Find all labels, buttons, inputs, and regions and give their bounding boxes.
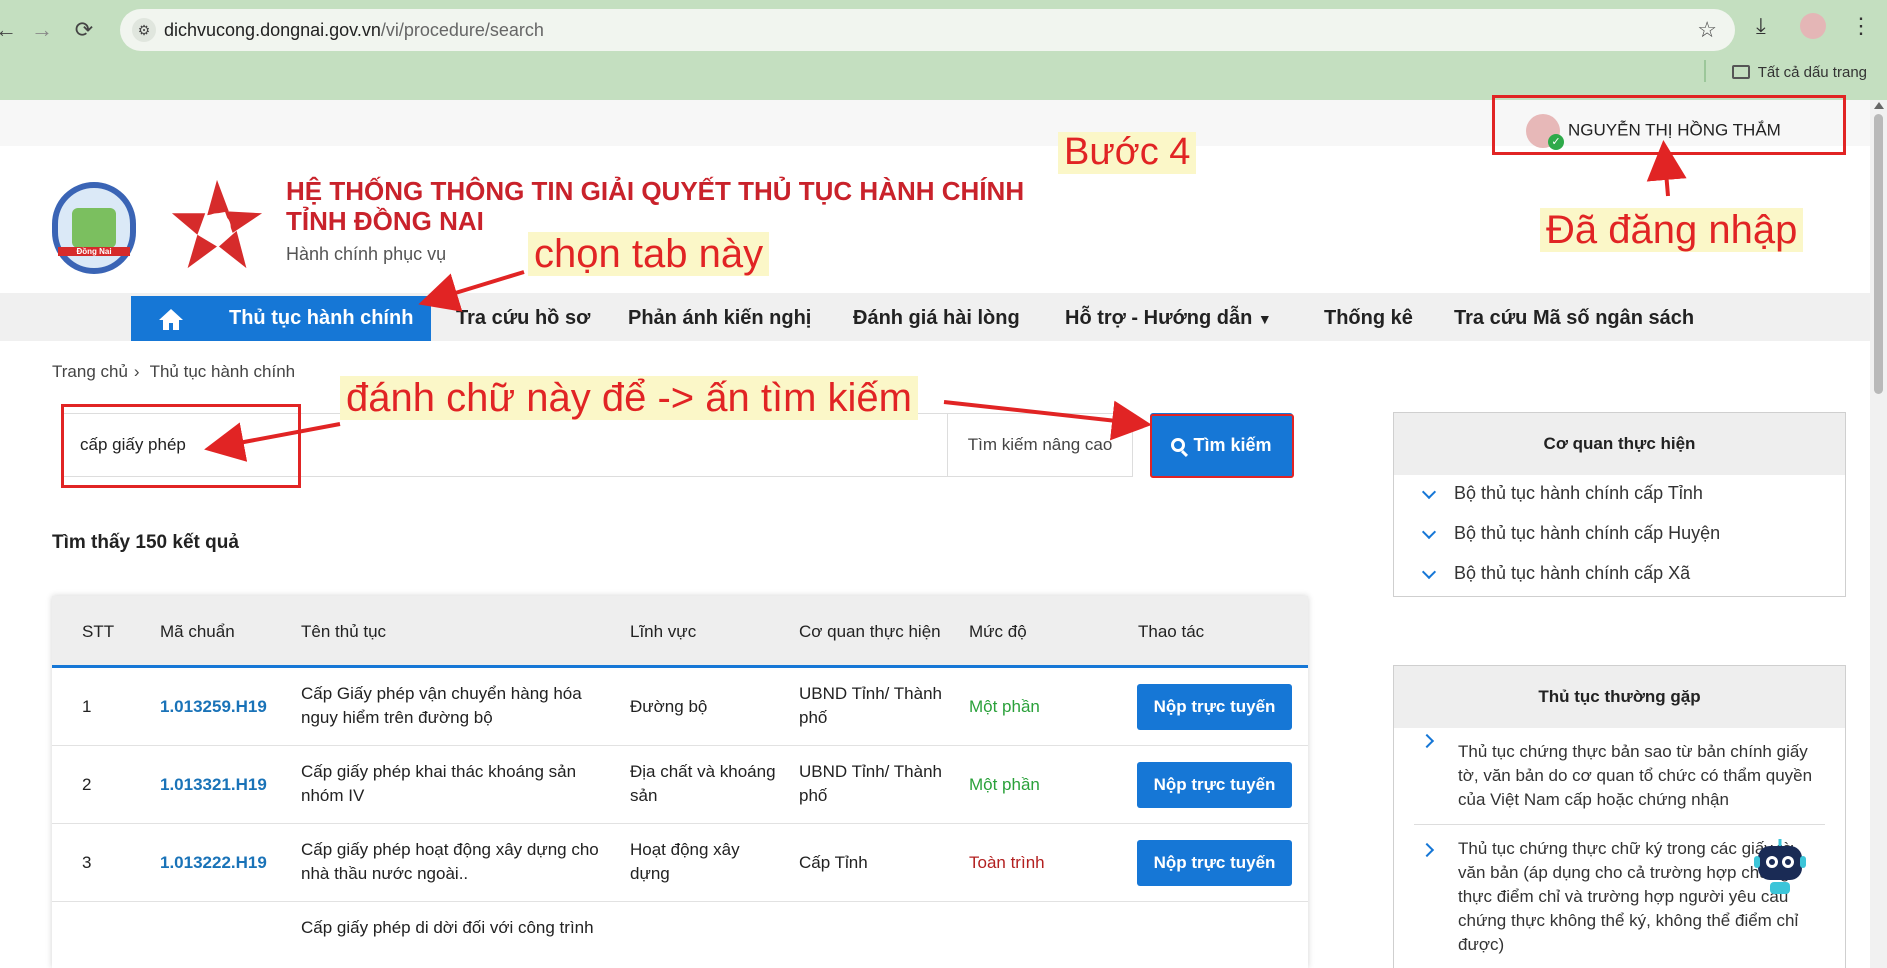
col-ten-thu-tuc: Tên thủ tục bbox=[301, 622, 387, 641]
apply-online-button[interactable]: Nộp trực tuyến bbox=[1137, 684, 1292, 730]
row-stt: 3 bbox=[82, 853, 92, 872]
row-level: Một phần bbox=[969, 697, 1040, 716]
site-info-icon[interactable]: ⚙ bbox=[132, 18, 156, 42]
chevron-right-icon bbox=[1419, 733, 1435, 749]
scroll-up-icon[interactable] bbox=[1874, 102, 1884, 109]
col-co-quan: Cơ quan thực hiện bbox=[799, 622, 941, 641]
bookmark-star-icon[interactable]: ☆ bbox=[1697, 17, 1717, 43]
agency-item-huyen[interactable]: Bộ thủ tục hành chính cấp Huyện bbox=[1394, 523, 1845, 544]
dong-nai-emblem-icon: Đồng Nai bbox=[52, 182, 136, 274]
chatbot-robot-icon[interactable] bbox=[1752, 836, 1808, 896]
reload-icon[interactable]: ⟳ bbox=[68, 14, 100, 46]
row-name[interactable]: Cấp giấy phép di dời đối với công trình bbox=[301, 916, 621, 940]
site-title: HỆ THỐNG THÔNG TIN GIẢI QUYẾT THỦ TỤC HÀ… bbox=[286, 176, 1025, 236]
row-field: Đường bộ bbox=[630, 697, 708, 716]
faq-panel: Thủ tục thường gặp Thủ tục chứng thực bả… bbox=[1393, 665, 1846, 968]
all-bookmarks[interactable]: Tất cả dấu trang bbox=[1703, 60, 1867, 82]
table-header: STT Mã chuẩn Tên thủ tục Lĩnh vực Cơ qua… bbox=[52, 596, 1308, 668]
user-highlight-box bbox=[1492, 95, 1846, 155]
agency-item-tinh[interactable]: Bộ thủ tục hành chính cấp Tỉnh bbox=[1394, 483, 1845, 504]
chevron-down-icon bbox=[1421, 564, 1437, 580]
scrollbar-thumb[interactable] bbox=[1874, 114, 1883, 394]
annotation-type-text: đánh chữ này để -> ấn tìm kiếm bbox=[340, 376, 918, 420]
row-agency: UBND Tỉnh/ Thành phố bbox=[799, 762, 942, 805]
home-icon bbox=[159, 309, 183, 330]
tab-tra-cuu-ma-so-ngan-sach[interactable]: Tra cứu Mã số ngân sách bbox=[1454, 296, 1694, 341]
results-table: STT Mã chuẩn Tên thủ tục Lĩnh vực Cơ qua… bbox=[52, 596, 1308, 968]
home-button[interactable] bbox=[131, 296, 211, 341]
row-name[interactable]: Cấp Giấy phép vận chuyển hàng hóa nguy h… bbox=[301, 682, 621, 730]
agency-item-xa[interactable]: Bộ thủ tục hành chính cấp Xã bbox=[1394, 563, 1845, 584]
forward-icon[interactable]: → bbox=[26, 14, 58, 46]
tab-phan-anh-kien-nghi[interactable]: Phản ánh kiến nghị bbox=[628, 296, 811, 341]
row-agency: UBND Tỉnh/ Thành phố bbox=[799, 684, 942, 727]
breadcrumb-home[interactable]: Trang chủ bbox=[52, 362, 128, 381]
breadcrumb-current: Thủ tục hành chính bbox=[149, 362, 296, 381]
download-icon[interactable]: ⤓ bbox=[1756, 13, 1766, 39]
search-input-highlight-box bbox=[61, 404, 301, 488]
row-level: Toàn trình bbox=[969, 853, 1045, 872]
table-row: 1 1.013259.H19 Cấp Giấy phép vận chuyển … bbox=[52, 668, 1308, 746]
table-row: 2 1.013321.H19 Cấp giấy phép khai thác k… bbox=[52, 746, 1308, 824]
chevron-right-icon bbox=[1419, 842, 1435, 858]
table-row: Cấp giấy phép di dời đối với công trình bbox=[52, 902, 1308, 968]
table-row: 3 1.013222.H19 Cấp giấy phép hoạt động x… bbox=[52, 824, 1308, 902]
row-code-link[interactable]: 1.013321.H19 bbox=[160, 773, 267, 797]
search-icon bbox=[1171, 438, 1186, 452]
result-count: Tìm thấy 150 kết quả bbox=[52, 532, 239, 553]
browser-chrome: ← → ⟳ ⚙ dichvucong.dongnai.gov.vn/vi/pro… bbox=[0, 0, 1887, 100]
url-text: dichvucong.dongnai.gov.vn/vi/procedure/s… bbox=[164, 20, 544, 40]
row-name[interactable]: Cấp giấy phép hoạt động xây dựng cho nhà… bbox=[301, 838, 621, 886]
row-field: Hoạt động xây dựng bbox=[630, 840, 740, 883]
faq-item[interactable]: Thủ tục chứng thực bản sao từ bản chính … bbox=[1394, 728, 1845, 824]
apply-online-button[interactable]: Nộp trực tuyến bbox=[1137, 840, 1292, 886]
row-agency: Cấp Tỉnh bbox=[799, 853, 868, 872]
breadcrumb: Trang chủ › Thủ tục hành chính bbox=[52, 362, 295, 382]
row-code-link[interactable]: 1.013222.H19 bbox=[160, 851, 267, 875]
tab-tra-cuu-ho-so[interactable]: Tra cứu hồ sơ bbox=[456, 296, 590, 341]
advanced-search-button[interactable]: Tìm kiếm nâng cao bbox=[947, 413, 1133, 477]
chevron-down-icon bbox=[1421, 484, 1437, 500]
row-stt: 1 bbox=[82, 697, 92, 716]
col-stt: STT bbox=[82, 622, 115, 641]
chevron-down-icon bbox=[1421, 524, 1437, 540]
agency-panel: Cơ quan thực hiện Bộ thủ tục hành chính … bbox=[1393, 412, 1846, 597]
row-code-link[interactable]: 1.013259.H19 bbox=[160, 695, 267, 719]
annotation-logged-in: Đã đăng nhập bbox=[1540, 208, 1804, 252]
folder-icon bbox=[1731, 65, 1750, 79]
service-logo-icon bbox=[171, 179, 263, 269]
more-menu-icon[interactable]: ⋮ bbox=[1850, 13, 1872, 39]
search-button[interactable]: Tìm kiếm bbox=[1150, 413, 1293, 477]
row-level: Một phần bbox=[969, 775, 1040, 794]
row-stt: 2 bbox=[82, 775, 92, 794]
back-icon[interactable]: ← bbox=[0, 14, 22, 46]
tab-thu-tuc-hanh-chinh[interactable]: Thủ tục hành chính bbox=[211, 296, 432, 341]
row-name[interactable]: Cấp giấy phép khai thác khoáng sản nhóm … bbox=[301, 760, 621, 808]
tab-thong-ke[interactable]: Thống kê bbox=[1324, 296, 1413, 341]
tab-danh-gia-hai-long[interactable]: Đánh giá hài lòng bbox=[853, 296, 1020, 341]
col-muc-do: Mức độ bbox=[969, 622, 1027, 641]
agency-panel-title: Cơ quan thực hiện bbox=[1394, 413, 1845, 475]
bookmarks-label: Tất cả dấu trang bbox=[1757, 64, 1867, 81]
annotation-choose-tab: chọn tab này bbox=[528, 232, 770, 276]
caret-down-icon: ▼ bbox=[1257, 311, 1272, 327]
col-thao-tac: Thao tác bbox=[1138, 622, 1205, 641]
site-subtitle: Hành chính phục vụ bbox=[286, 244, 447, 264]
chevron-right-icon: › bbox=[133, 362, 140, 381]
row-field: Địa chất và khoáng sản bbox=[630, 762, 776, 805]
main-menu: Thủ tục hành chính Tra cứu hồ sơ Phản án… bbox=[0, 293, 1870, 341]
apply-online-button[interactable]: Nộp trực tuyến bbox=[1137, 762, 1292, 808]
col-ma-chuan: Mã chuẩn bbox=[160, 622, 235, 641]
col-linh-vuc: Lĩnh vực bbox=[630, 622, 697, 641]
page-scrollbar[interactable] bbox=[1870, 100, 1887, 968]
annotation-step: Bước 4 bbox=[1058, 131, 1197, 174]
profile-avatar-icon[interactable] bbox=[1800, 13, 1826, 39]
address-bar[interactable]: ⚙ dichvucong.dongnai.gov.vn/vi/procedure… bbox=[120, 9, 1735, 51]
tab-ho-tro-huong-dan[interactable]: Hỗ trợ - Hướng dẫn ▼ bbox=[1065, 296, 1272, 341]
faq-panel-title: Thủ tục thường gặp bbox=[1394, 666, 1845, 728]
